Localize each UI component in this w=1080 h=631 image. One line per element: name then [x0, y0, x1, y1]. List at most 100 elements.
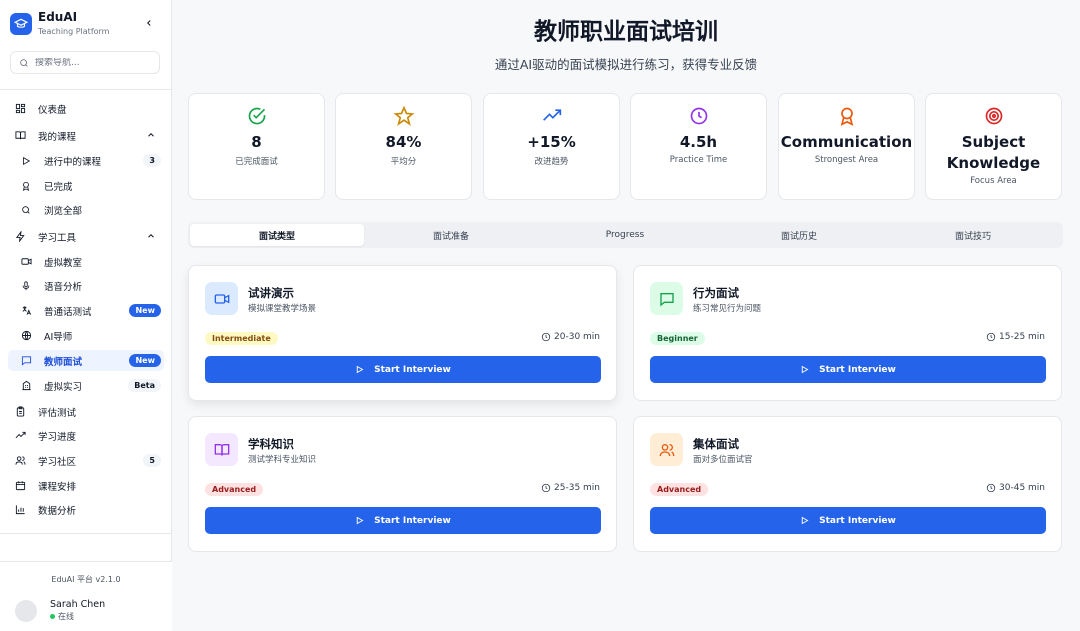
- nav-search[interactable]: [10, 51, 160, 74]
- play-icon: [801, 365, 809, 374]
- sidebar-item-assessment[interactable]: 评估测试: [8, 401, 164, 422]
- dashboard-icon: [14, 103, 26, 115]
- bar-chart-icon: [14, 504, 26, 516]
- sidebar-item-schedule[interactable]: 课程安排: [8, 475, 164, 496]
- search-icon: [20, 58, 28, 67]
- chevron-up-icon: [148, 133, 154, 137]
- clock-icon: [541, 332, 551, 342]
- sidebar-item-mandarin-test[interactable]: 普通话测试 New: [8, 300, 164, 321]
- clock-icon: [986, 332, 996, 342]
- play-icon: [356, 516, 364, 525]
- tab-interview-types[interactable]: 面试类型: [190, 224, 364, 246]
- clock-icon: [986, 483, 996, 493]
- sidebar-item-in-progress[interactable]: 进行中的课程 3: [8, 150, 164, 171]
- globe-icon: [20, 330, 32, 342]
- clipboard-icon: [14, 406, 26, 418]
- sidebar-item-voice-analysis[interactable]: 语音分析: [8, 275, 164, 296]
- sidebar-item-label: 学习进度: [38, 431, 77, 443]
- sidebar-item-teacher-interview[interactable]: 教师面试 New: [8, 350, 164, 371]
- sidebar-footer: EduAI 平台 v2.1.0 Sarah Chen 在线: [0, 561, 172, 631]
- start-interview-button[interactable]: Start Interview: [205, 507, 601, 534]
- card-description: 练习常见行为问题: [693, 304, 762, 314]
- card-title: 学科知识: [248, 437, 294, 451]
- users-icon: [650, 433, 683, 466]
- collapse-sidebar-button[interactable]: [142, 16, 156, 30]
- card-title: 行为面试: [693, 286, 739, 300]
- stat-card-completed: 8 已完成面试: [188, 93, 325, 200]
- sidebar-item-label: 评估测试: [38, 407, 77, 419]
- button-label: Start Interview: [819, 364, 896, 375]
- sidebar-item-ai-tutor[interactable]: AI导师: [8, 325, 164, 346]
- tab-interview-history[interactable]: 面试历史: [712, 224, 886, 246]
- chat-icon: [650, 282, 683, 315]
- count-badge: 3: [143, 154, 161, 167]
- card-description: 面对多位面试官: [693, 455, 753, 465]
- sidebar: EduAI Teaching Platform 仪表盘 我的课程 进行中的课程 …: [0, 0, 172, 631]
- stat-card-focus: Subject Knowledge Focus Area: [925, 93, 1062, 200]
- button-label: Start Interview: [819, 515, 896, 526]
- start-interview-button[interactable]: Start Interview: [205, 356, 601, 383]
- stat-value: +15%: [527, 133, 576, 151]
- star-icon: [393, 105, 415, 127]
- duration: 15-25 min: [986, 332, 1045, 342]
- tab-interview-prep[interactable]: 面试准备: [364, 224, 538, 246]
- sidebar-item-analytics[interactable]: 数据分析: [8, 499, 164, 520]
- version-text: EduAI 平台 v2.1.0: [51, 575, 121, 584]
- level-badge: Beginner: [650, 332, 705, 345]
- tab-interview-tips[interactable]: 面试技巧: [886, 224, 1060, 246]
- start-interview-button[interactable]: Start Interview: [650, 507, 1046, 534]
- stat-label: Strongest Area: [814, 155, 879, 165]
- divider: [0, 533, 172, 534]
- stat-card-trend: +15% 改进趋势: [483, 93, 620, 200]
- interview-card-panel[interactable]: 集体面试 面对多位面试官 Advanced 30-45 min Start In…: [633, 416, 1062, 552]
- zap-icon: [14, 231, 26, 243]
- stat-label: 平均分: [390, 157, 417, 167]
- play-icon: [356, 365, 364, 374]
- new-badge: New: [129, 354, 161, 367]
- video-icon: [205, 282, 238, 315]
- chat-icon: [20, 355, 32, 367]
- interview-card-subject-knowledge[interactable]: 学科知识 测试学科专业知识 Advanced 25-35 min Start I…: [188, 416, 617, 552]
- sidebar-item-label: 教师面试: [44, 356, 83, 368]
- stat-label: Focus Area: [970, 176, 1017, 186]
- sidebar-item-progress[interactable]: 学习进度: [8, 425, 164, 446]
- user-profile[interactable]: Sarah Chen 在线: [15, 599, 105, 622]
- stat-value: Communication: [780, 133, 913, 151]
- tab-progress[interactable]: Progress: [538, 224, 712, 246]
- award-icon: [836, 105, 858, 127]
- brand[interactable]: EduAI Teaching Platform: [10, 10, 109, 38]
- duration-text: 20-30 min: [554, 332, 600, 342]
- sidebar-item-label: 数据分析: [38, 505, 77, 517]
- clock-icon: [541, 483, 551, 493]
- sidebar-item-label: 语音分析: [44, 281, 83, 293]
- duration-text: 30-45 min: [999, 483, 1045, 493]
- start-interview-button[interactable]: Start Interview: [650, 356, 1046, 383]
- nav-search-input[interactable]: [35, 57, 155, 68]
- sidebar-item-virtual-classroom[interactable]: 虚拟教室: [8, 251, 164, 272]
- stat-value: 84%: [385, 133, 422, 151]
- stat-label: Practice Time: [669, 155, 728, 165]
- sidebar-item-community[interactable]: 学习社区 5: [8, 450, 164, 471]
- duration-text: 25-35 min: [554, 483, 600, 493]
- level-badge: Intermediate: [205, 332, 278, 345]
- interview-card-behavioral[interactable]: 行为面试 练习常见行为问题 Beginner 15-25 min Start I…: [633, 265, 1062, 401]
- duration-text: 15-25 min: [999, 332, 1045, 342]
- sidebar-item-my-courses[interactable]: 我的课程: [8, 125, 164, 146]
- target-icon: [983, 105, 1005, 127]
- stat-value: 8: [251, 133, 262, 151]
- interview-card-demo-lesson[interactable]: 试讲演示 模拟课堂教学场景 Intermediate 20-30 min Sta…: [188, 265, 617, 401]
- sidebar-item-dashboard[interactable]: 仪表盘: [8, 98, 164, 119]
- sidebar-item-completed[interactable]: 已完成: [8, 175, 164, 196]
- sidebar-item-learning-tools[interactable]: 学习工具: [8, 226, 164, 247]
- divider: [0, 89, 172, 90]
- page-subtitle: 通过AI驱动的面试模拟进行练习，获得专业反馈: [494, 57, 758, 72]
- trend-up-icon: [541, 105, 563, 127]
- app-subtitle: Teaching Platform: [38, 27, 110, 36]
- sidebar-item-browse-all[interactable]: 浏览全部: [8, 199, 164, 220]
- chevron-left-icon: [147, 20, 151, 26]
- card-description: 模拟课堂教学场景: [248, 304, 317, 314]
- stat-value: Subject Knowledge: [946, 133, 1041, 172]
- user-status-label: 在线: [58, 612, 74, 621]
- button-label: Start Interview: [374, 515, 451, 526]
- sidebar-item-virtual-internship[interactable]: 虚拟实习 Beta: [8, 375, 164, 396]
